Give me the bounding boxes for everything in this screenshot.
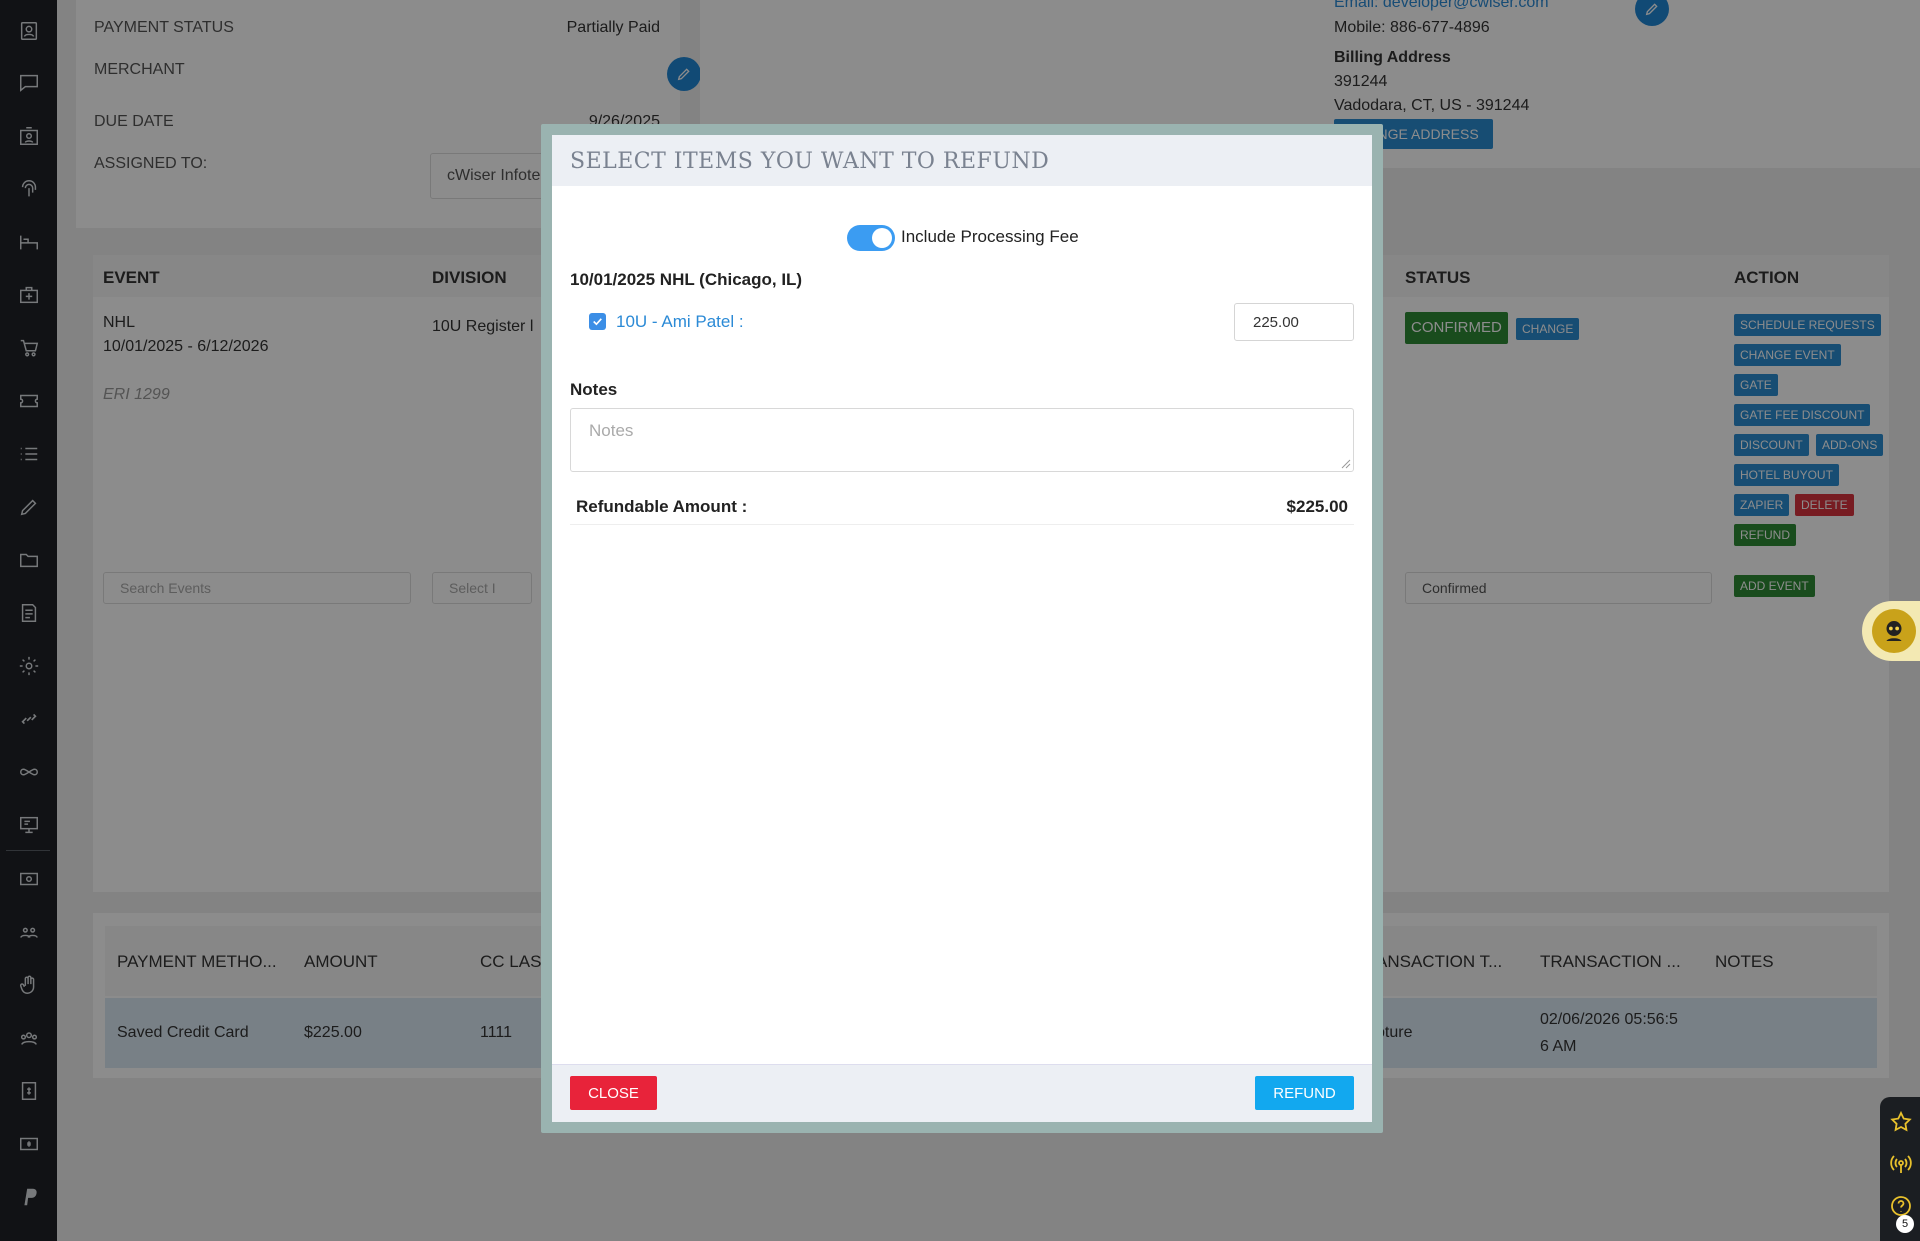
modal-footer: CLOSE REFUND: [552, 1064, 1372, 1122]
check-icon: [593, 318, 602, 326]
item-amount-input[interactable]: 225.00: [1234, 303, 1354, 341]
refundable-value: $225.00: [1286, 497, 1348, 516]
item-label[interactable]: 10U - Ami Patel :: [616, 312, 744, 332]
star-icon[interactable]: [1889, 1110, 1913, 1134]
broadcast-icon[interactable]: [1889, 1152, 1913, 1176]
help-icon[interactable]: [1889, 1194, 1913, 1218]
notes-placeholder: Notes: [589, 421, 634, 440]
refundable-label: Refundable Amount :: [576, 497, 748, 516]
robot-face-icon: [1886, 621, 1902, 641]
notification-badge: 5: [1896, 1215, 1914, 1233]
notes-textarea[interactable]: Notes: [570, 408, 1354, 472]
toggle-knob: [872, 228, 892, 248]
assistant-widget[interactable]: [1862, 601, 1920, 661]
refundable-row: Refundable Amount : $225.00: [570, 487, 1354, 525]
mascot-avatar: [1872, 609, 1916, 653]
item-checkbox[interactable]: [589, 313, 606, 330]
processing-fee-label: Include Processing Fee: [901, 227, 1079, 246]
refund-modal: SELECT ITEMS YOU WANT TO REFUND Include …: [552, 135, 1372, 1122]
processing-fee-toggle[interactable]: [847, 225, 895, 251]
modal-header: SELECT ITEMS YOU WANT TO REFUND: [552, 135, 1372, 186]
resize-grip-icon[interactable]: [1341, 459, 1351, 469]
modal-title: SELECT ITEMS YOU WANT TO REFUND: [570, 149, 1050, 174]
close-button[interactable]: CLOSE: [570, 1076, 657, 1110]
event-heading: 10/01/2025 NHL (Chicago, IL): [570, 270, 803, 289]
right-dock: 5: [1880, 1097, 1920, 1241]
refund-button[interactable]: REFUND: [1255, 1076, 1354, 1110]
notes-label: Notes: [570, 380, 618, 399]
